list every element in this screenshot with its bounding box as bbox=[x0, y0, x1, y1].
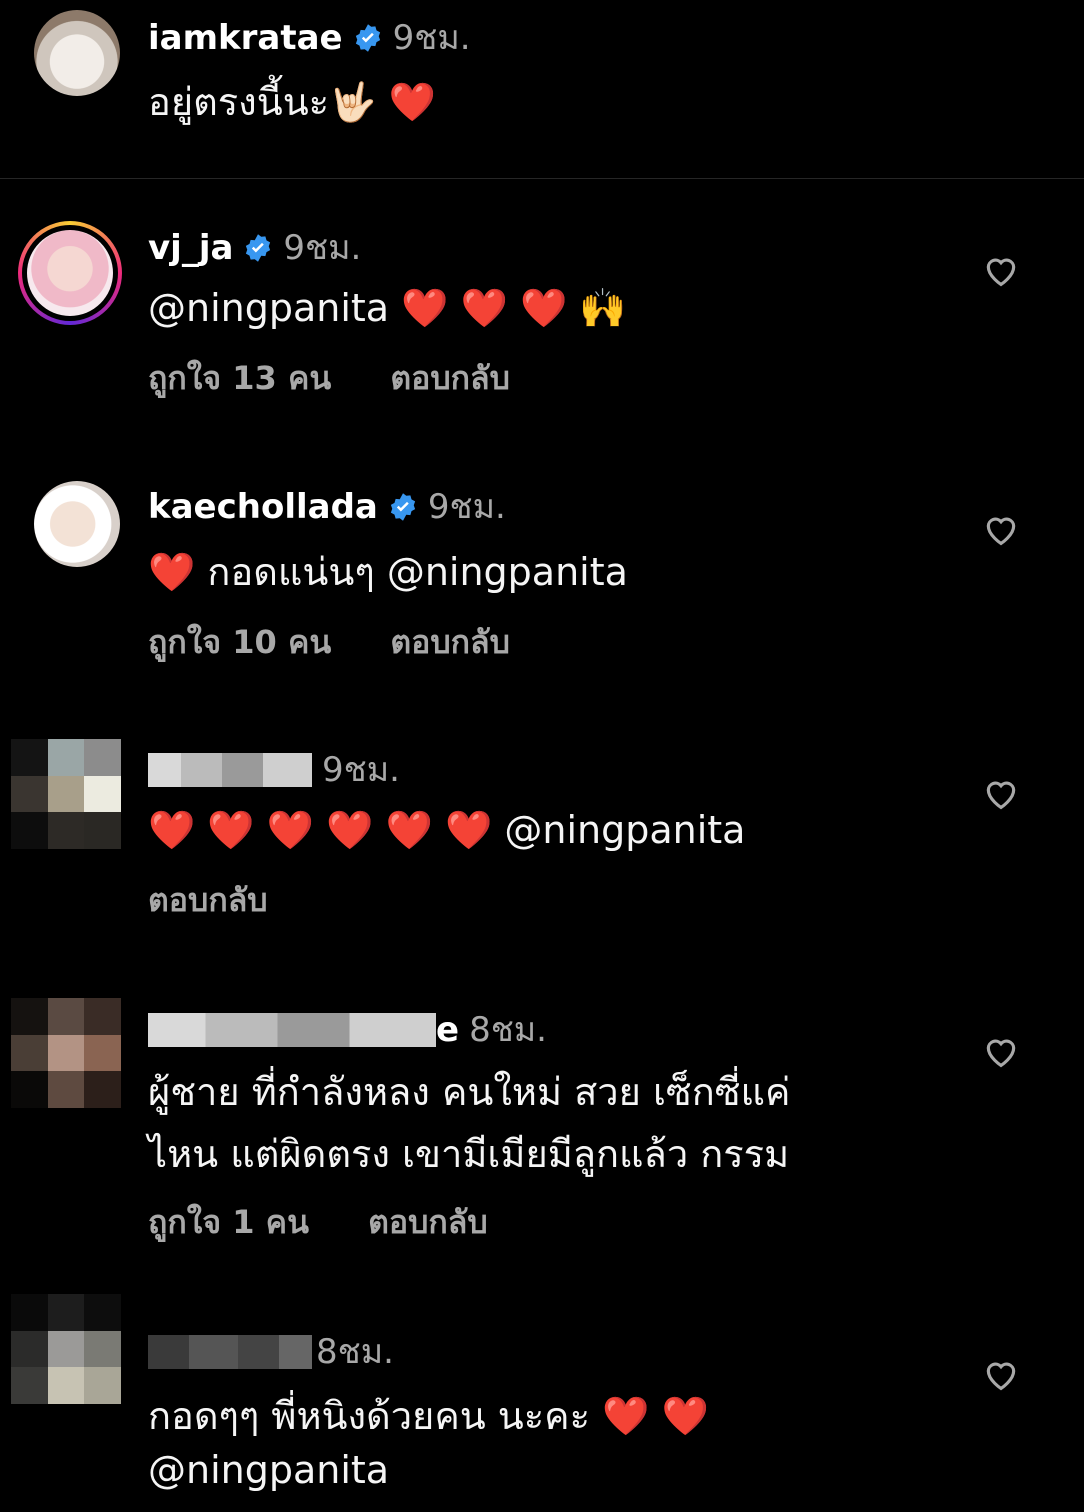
heart-outline-icon[interactable] bbox=[982, 511, 1020, 549]
comment-text: ❤️ กอดแน่นๆ @ningpanita bbox=[148, 550, 628, 594]
comment-text: ❤️ ❤️ ❤️ ❤️ ❤️ ❤️ @ningpanita bbox=[148, 808, 746, 852]
username[interactable]: iamkratae bbox=[148, 18, 343, 58]
timestamp: 8ชม. bbox=[316, 1332, 394, 1372]
username-tail[interactable]: e bbox=[436, 1010, 459, 1050]
comment-text-line2: ไหน แต่ผิดตรง เขามีเมียมีลูกแล้ว กรรม bbox=[148, 1132, 790, 1176]
timestamp: 9ชม. bbox=[283, 228, 362, 268]
username-redacted bbox=[148, 753, 312, 787]
reply-button[interactable]: ตอบกลับ bbox=[368, 1203, 488, 1241]
verified-badge-icon bbox=[355, 24, 380, 52]
heart-outline-icon[interactable] bbox=[982, 1356, 1020, 1394]
reply-button[interactable]: ตอบกลับ bbox=[390, 359, 510, 397]
heart-outline-icon[interactable] bbox=[982, 252, 1020, 290]
avatar[interactable] bbox=[34, 10, 120, 96]
likes-count[interactable]: ถูกใจ 10 คน bbox=[148, 623, 331, 661]
timestamp: 9ชม. bbox=[427, 487, 506, 527]
likes-count[interactable]: ถูกใจ 13 คน bbox=[148, 359, 331, 397]
reply-button[interactable]: ตอบกลับ bbox=[390, 623, 510, 661]
username-redacted bbox=[148, 1335, 312, 1369]
verified-badge-icon bbox=[246, 234, 271, 262]
story-ring[interactable] bbox=[18, 221, 122, 325]
reply-button[interactable]: ตอบกลับ bbox=[148, 881, 268, 919]
comment-text: อยู่ตรงนี้นะ🤟🏻 ❤️ bbox=[148, 80, 436, 124]
username-redacted bbox=[148, 1013, 436, 1047]
comment-text-line2: @ningpanita bbox=[148, 1448, 390, 1492]
comment-text-line1: ผู้ชาย ที่กำลังหลง คนใหม่ สวย เซ็กซี่แค่ bbox=[148, 1070, 791, 1114]
heart-outline-icon[interactable] bbox=[982, 775, 1020, 813]
timestamp: 9ชม. bbox=[322, 750, 400, 790]
pixelated-avatar[interactable] bbox=[11, 998, 121, 1108]
pixelated-avatar[interactable] bbox=[11, 1294, 121, 1404]
heart-outline-icon[interactable] bbox=[982, 1033, 1020, 1071]
username[interactable]: vj_ja bbox=[148, 228, 233, 268]
verified-badge-icon bbox=[390, 493, 415, 521]
divider bbox=[0, 178, 1084, 179]
timestamp: 9ชม. bbox=[392, 18, 471, 58]
timestamp: 8ชม. bbox=[469, 1010, 547, 1050]
comment-text: @ningpanita ❤️ ❤️ ❤️ 🙌 bbox=[148, 286, 627, 330]
avatar[interactable] bbox=[34, 481, 120, 567]
likes-count[interactable]: ถูกใจ 1 คน bbox=[148, 1203, 309, 1241]
pixelated-avatar[interactable] bbox=[11, 739, 121, 849]
username[interactable]: kaechollada bbox=[148, 487, 378, 527]
avatar[interactable] bbox=[27, 230, 113, 316]
